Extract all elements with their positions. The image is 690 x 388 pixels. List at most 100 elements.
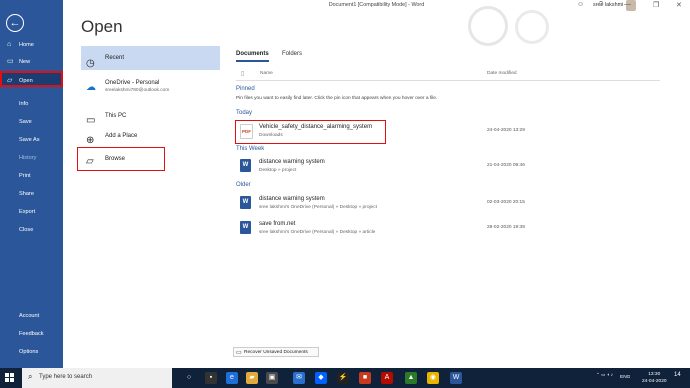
- back-arrow-icon[interactable]: ←: [6, 14, 24, 32]
- list-item[interactable]: W save from.net sree lakshmi's OneDrive …: [236, 219, 660, 239]
- location-label: Browse: [105, 156, 126, 162]
- sidebar-item-print[interactable]: Print: [0, 169, 63, 183]
- app-icon[interactable]: ⚡: [337, 372, 349, 384]
- app-icon[interactable]: ■: [359, 372, 371, 384]
- sidebar-item-history: History: [0, 151, 63, 165]
- sidebar-item-info[interactable]: Info: [0, 97, 63, 111]
- sidebar-item-label: Home: [19, 42, 34, 48]
- language-indicator[interactable]: ENG: [620, 375, 630, 380]
- mail-icon[interactable]: ✉: [293, 372, 305, 384]
- dropbox-icon[interactable]: ◆: [315, 372, 327, 384]
- location-add-place[interactable]: ⊕ Add a Place: [81, 124, 220, 148]
- pdf-file-icon: PDF: [240, 124, 253, 139]
- cloud-icon: ☁: [86, 82, 96, 93]
- column-header-date[interactable]: Date modified: [487, 71, 517, 76]
- sidebar-item-options[interactable]: Options: [0, 345, 63, 359]
- edge-icon[interactable]: e: [226, 372, 238, 384]
- sidebar-item-close[interactable]: Close: [0, 223, 63, 237]
- file-name: distance warning system: [259, 159, 325, 165]
- restore-icon[interactable]: ❐: [653, 1, 659, 9]
- file-date: 24-04-2020 13:29: [487, 128, 525, 133]
- list-item[interactable]: W distance warning system Desktop » proj…: [236, 157, 660, 177]
- sidebar-item-label: Save: [19, 119, 32, 125]
- sidebar-item-save[interactable]: Save: [0, 115, 63, 129]
- location-label: Add a Place: [105, 133, 138, 139]
- windows-start-icon[interactable]: [5, 373, 15, 383]
- document-icon: ▯: [241, 71, 245, 77]
- divider: [236, 80, 660, 81]
- sidebar-item-home[interactable]: ⌂ Home: [0, 37, 63, 53]
- sidebar-item-label: Info: [19, 101, 29, 107]
- file-date: 21-04-2020 09:46: [487, 163, 525, 168]
- clock-icon: ◷: [86, 58, 95, 69]
- file-explorer-icon[interactable]: ▰: [246, 372, 258, 384]
- sidebar-item-export[interactable]: Export: [0, 205, 63, 219]
- home-icon: ⌂: [7, 41, 12, 48]
- location-onedrive[interactable]: ☁ OneDrive - Personal sreelakshmi780@out…: [81, 78, 220, 102]
- backstage-sidebar: ← ⌂ Home ▭ New ▱ Open Info Save Save As …: [0, 0, 63, 368]
- taskbar-search-input[interactable]: ⌕ Type here to search: [22, 368, 172, 388]
- column-header-name[interactable]: Name: [260, 71, 273, 76]
- clock-date: 24-04-2020: [642, 379, 667, 384]
- sidebar-item-label: Share: [19, 191, 34, 197]
- sidebar-item-share[interactable]: Share: [0, 187, 63, 201]
- recover-unsaved-button[interactable]: ▭ Recover Unsaved Documents: [233, 347, 319, 357]
- sidebar-item-feedback[interactable]: Feedback: [0, 327, 63, 341]
- location-browse[interactable]: ▱ Browse: [77, 147, 165, 171]
- word-file-icon: W: [240, 196, 251, 209]
- title-bar: Document1 [Compatibility Mode] - Word sr…: [63, 0, 690, 12]
- folder-icon: ▱: [86, 156, 94, 167]
- word-file-icon: W: [240, 221, 251, 234]
- tab-documents[interactable]: Documents: [236, 51, 269, 62]
- section-this-week: This Week: [236, 146, 265, 152]
- app-icon[interactable]: ▲: [405, 372, 417, 384]
- store-icon[interactable]: ▣: [266, 372, 278, 384]
- sidebar-item-open[interactable]: ▱ Open: [0, 71, 63, 87]
- location-recent[interactable]: ◷ Recent: [81, 46, 220, 70]
- sidebar-item-label: Open: [19, 78, 33, 84]
- sidebar-item-label: Export: [19, 209, 36, 215]
- section-pinned: Pinned: [236, 86, 255, 92]
- file-date: 02-03-2020 20:15: [487, 200, 525, 205]
- emoji-feedback-icon[interactable]: ☺: [577, 1, 584, 8]
- decorative-circle: [468, 6, 508, 46]
- close-icon[interactable]: ✕: [676, 1, 682, 9]
- file-path: sree lakshmi's OneDrive (Personal) » Des…: [259, 205, 377, 210]
- notifications-badge[interactable]: 14: [674, 372, 681, 378]
- file-name: save from.net: [259, 221, 296, 227]
- chrome-icon[interactable]: ◉: [427, 372, 439, 384]
- file-name: distance warning system: [259, 196, 325, 202]
- sidebar-item-label: Feedback: [19, 331, 44, 337]
- minimize-icon[interactable]: —: [624, 1, 631, 8]
- clock-time: 13:30: [648, 372, 661, 377]
- acrobat-icon[interactable]: A: [381, 372, 393, 384]
- button-label: Recover Unsaved Documents: [244, 350, 308, 355]
- pinned-hint: Pin files you want to easily find later.…: [236, 96, 438, 101]
- sidebar-item-save-as[interactable]: Save As: [0, 133, 63, 147]
- sidebar-item-label: Account: [19, 313, 40, 319]
- app-icon[interactable]: ▪: [205, 372, 217, 384]
- file-path: sree lakshmi's OneDrive (Personal) » Des…: [259, 230, 376, 235]
- user-name[interactable]: sree lakshmi: [593, 2, 623, 8]
- location-label: OneDrive - Personal: [105, 80, 160, 86]
- file-path: Desktop » project: [259, 168, 297, 173]
- system-tray[interactable]: ⌃ ▭ ◖ ♪: [596, 372, 613, 378]
- list-item[interactable]: W distance warning system sree lakshmi's…: [236, 194, 660, 214]
- tab-folders[interactable]: Folders: [282, 51, 302, 57]
- search-placeholder: Type here to search: [39, 374, 93, 380]
- decorative-circle: [515, 10, 549, 44]
- clock[interactable]: 13:30 24-04-2020: [642, 371, 667, 385]
- location-email: sreelakshmi780@outlook.com: [105, 88, 170, 93]
- search-icon: ⌕: [28, 372, 33, 381]
- location-label: Recent: [105, 55, 125, 61]
- help-icon[interactable]: ?: [599, 1, 603, 8]
- task-view-icon[interactable]: ○: [183, 372, 195, 384]
- sidebar-item-account[interactable]: Account: [0, 309, 63, 323]
- sidebar-item-new[interactable]: ▭ New: [0, 54, 63, 70]
- folder-open-icon: ▱: [7, 77, 13, 84]
- file-name: Vehicle_safety_distance_alarming_system: [259, 124, 373, 130]
- sidebar-item-label: Close: [19, 227, 34, 233]
- list-item[interactable]: PDF Vehicle_safety_distance_alarming_sys…: [236, 122, 660, 142]
- file-path: Downloads: [259, 133, 283, 138]
- word-icon[interactable]: W: [450, 372, 462, 384]
